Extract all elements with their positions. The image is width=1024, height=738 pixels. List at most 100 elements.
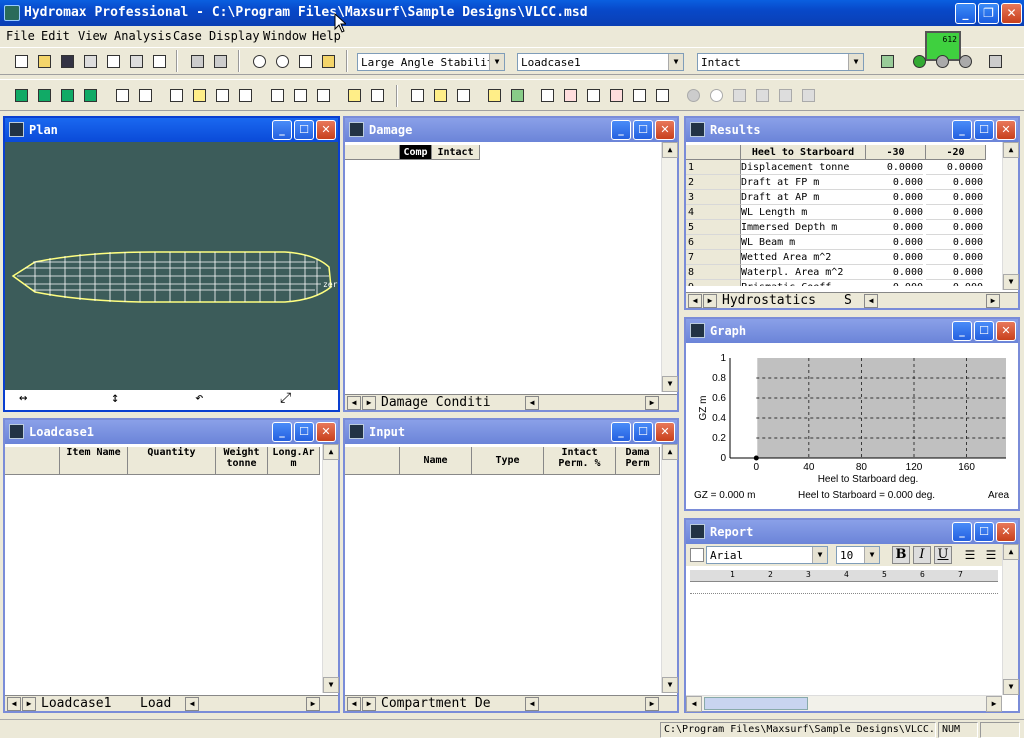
waterline-icon[interactable] xyxy=(431,86,449,104)
plan-window[interactable]: Plan _ ☐ ✕ zer ↔ ↕ ↶ ⤢ xyxy=(3,116,340,412)
zoom-out-icon[interactable] xyxy=(273,52,291,70)
input-header-name[interactable]: Name xyxy=(400,447,472,475)
frame-icon[interactable] xyxy=(653,86,671,104)
tank-tree-icon[interactable] xyxy=(236,86,254,104)
minimize-button[interactable]: _ xyxy=(611,422,631,442)
hscroll-left-arrow[interactable]: ◀ xyxy=(525,396,539,410)
tank-icon[interactable] xyxy=(167,86,185,104)
minimize-button[interactable]: _ xyxy=(952,120,972,140)
open-folder-icon[interactable] xyxy=(35,52,53,70)
input-header-damaged-perm[interactable]: Dama Perm xyxy=(616,447,660,475)
maximize-button[interactable]: ☐ xyxy=(974,522,994,542)
scroll-up-arrow[interactable]: ▲ xyxy=(662,444,678,460)
graph-window[interactable]: Graph _ ☐ ✕ 0 40 80 120 160 0 0.2 0.4 0.6 0.8 1 Hee… xyxy=(684,317,1020,511)
tab-next-arrow[interactable]: ▶ xyxy=(703,294,717,308)
tab-prev-arrow[interactable]: ◀ xyxy=(347,396,361,410)
damage-window-title-bar[interactable]: Damage _ ☐ ✕ xyxy=(345,118,677,142)
tab-hydrostatics[interactable]: Hydrostatics xyxy=(722,293,816,308)
vertical-scrollbar[interactable]: ▲ ▼ xyxy=(661,444,678,693)
scroll-up-arrow[interactable]: ▲ xyxy=(1003,142,1019,158)
italic-button[interactable]: I xyxy=(913,546,931,564)
hscroll-left-arrow[interactable]: ◀ xyxy=(525,697,539,711)
input-header-intact-perm[interactable]: Intact Perm. % xyxy=(544,447,616,475)
hscroll-left-arrow[interactable]: ◀ xyxy=(185,697,199,711)
tab-damage-conditions[interactable]: Damage Conditi xyxy=(381,395,491,410)
tab-prev-arrow[interactable]: ◀ xyxy=(347,697,361,711)
cut-icon[interactable] xyxy=(81,52,99,70)
loadcase-header-weight[interactable]: Weight tonne xyxy=(216,447,268,475)
profile-icon[interactable] xyxy=(35,86,53,104)
input-grid[interactable]: Name Type Intact Perm. % Dama Perm ▲ ▼ ◀… xyxy=(345,444,678,711)
style-swatch[interactable] xyxy=(690,548,704,562)
menu-analysis[interactable]: Analysis xyxy=(114,29,172,43)
maximize-button[interactable]: ☐ xyxy=(294,422,314,442)
close-button[interactable]: ✕ xyxy=(655,120,675,140)
scroll-up-arrow[interactable]: ▲ xyxy=(662,142,678,158)
print-icon[interactable] xyxy=(150,52,168,70)
box-icon[interactable] xyxy=(538,86,556,104)
close-button[interactable]: ✕ xyxy=(996,522,1016,542)
horizontal-scrollbar[interactable]: ◀ ▶ xyxy=(686,695,1002,712)
row-number[interactable]: 6 xyxy=(686,235,741,250)
report-ruler[interactable]: 1 2 3 4 5 6 7 xyxy=(690,570,998,582)
table-icon[interactable] xyxy=(188,52,206,70)
vertical-scrollbar[interactable]: ▲ ▼ xyxy=(1002,544,1019,695)
vertical-scrollbar[interactable]: ▲ ▼ xyxy=(661,142,678,392)
close-button[interactable]: ✕ xyxy=(1001,3,1022,24)
rotate-icon[interactable]: ↶ xyxy=(195,390,203,406)
balance-icon[interactable] xyxy=(113,86,131,104)
check-icon[interactable] xyxy=(878,52,896,70)
scroll-down-arrow[interactable]: ▼ xyxy=(1003,274,1019,290)
loadcase-grid[interactable]: Item Name Quantity Weight tonne Long.Ar … xyxy=(5,444,339,711)
row-number[interactable]: 1 xyxy=(686,160,741,175)
boat-icon[interactable] xyxy=(508,86,526,104)
row-number[interactable]: 9 xyxy=(686,280,741,286)
delete-box-icon[interactable] xyxy=(561,86,579,104)
menu-view[interactable]: View xyxy=(78,29,107,43)
window-icon[interactable] xyxy=(268,86,286,104)
vertical-scrollbar[interactable]: ▲ ▼ xyxy=(322,444,339,693)
align-justify-icon[interactable]: ☰ xyxy=(982,546,1000,564)
scroll-up-arrow[interactable]: ▲ xyxy=(1003,544,1019,560)
buttock-icon[interactable] xyxy=(454,86,472,104)
row-number[interactable]: 5 xyxy=(686,220,741,235)
zoom-extents-icon[interactable]: ⤢ xyxy=(280,390,291,406)
damage-window[interactable]: Damage _ ☐ ✕ Comp Intact ▲ ▼ ◀ ▶ Damage … xyxy=(343,116,679,412)
damage-grid[interactable]: Comp Intact ▲ ▼ ◀ ▶ Damage Conditi ◀ ▶ xyxy=(345,142,678,410)
report-window[interactable]: Report _ ☐ ✕ Arial ▼ 10 ▼ B I U ☰ ☰ 1 2 3 4 5 6… xyxy=(684,518,1020,713)
body-plan-icon[interactable] xyxy=(12,86,30,104)
results-header-minus30[interactable]: -30 xyxy=(866,145,926,160)
settings-icon[interactable] xyxy=(986,52,1004,70)
menu-file[interactable]: File xyxy=(6,29,35,43)
maximize-button[interactable]: ☐ xyxy=(633,422,653,442)
hscroll-right-arrow[interactable]: ▶ xyxy=(645,396,659,410)
close-button[interactable]: ✕ xyxy=(655,422,675,442)
underline-button[interactable]: U xyxy=(934,546,952,564)
loadcase-header-item-name[interactable]: Item Name xyxy=(60,447,128,475)
tab-next-arrow[interactable]: ▶ xyxy=(22,697,36,711)
loadcase-window-title-bar[interactable]: Loadcase1 _ ☐ ✕ xyxy=(5,420,338,444)
close-button[interactable]: ✕ xyxy=(316,120,336,140)
filter-icon[interactable] xyxy=(799,86,817,104)
minimize-button[interactable]: _ xyxy=(272,422,292,442)
scroll-thumb[interactable] xyxy=(704,697,808,710)
maximize-button[interactable]: ☐ xyxy=(974,120,994,140)
pause-icon[interactable] xyxy=(933,52,951,70)
menu-case[interactable]: Case xyxy=(173,29,202,43)
report-window-title-bar[interactable]: Report _ ☐ ✕ xyxy=(686,520,1018,544)
font-size-select[interactable]: 10 ▼ xyxy=(836,546,880,564)
tab-loadcase1[interactable]: Loadcase1 xyxy=(41,696,111,711)
marker-icon[interactable] xyxy=(485,86,503,104)
scroll-right-arrow[interactable]: ▶ xyxy=(986,696,1002,712)
tank-list-icon[interactable] xyxy=(213,86,231,104)
hscroll-right-arrow[interactable]: ▶ xyxy=(306,697,320,711)
plan-window-title-bar[interactable]: Plan _ ☐ ✕ xyxy=(5,118,338,142)
tab-prev-arrow[interactable]: ◀ xyxy=(7,697,21,711)
scroll-down-arrow[interactable]: ▼ xyxy=(1003,679,1019,695)
row-number[interactable]: 3 xyxy=(686,190,741,205)
damage-header-intact[interactable]: Intact xyxy=(432,145,480,160)
analysis-type-select[interactable]: Large Angle Stability ▼ xyxy=(357,53,505,71)
close-button[interactable]: ✕ xyxy=(996,120,1016,140)
table-alt-icon[interactable] xyxy=(211,52,229,70)
damage-case-select[interactable]: Intact ▼ xyxy=(697,53,864,71)
